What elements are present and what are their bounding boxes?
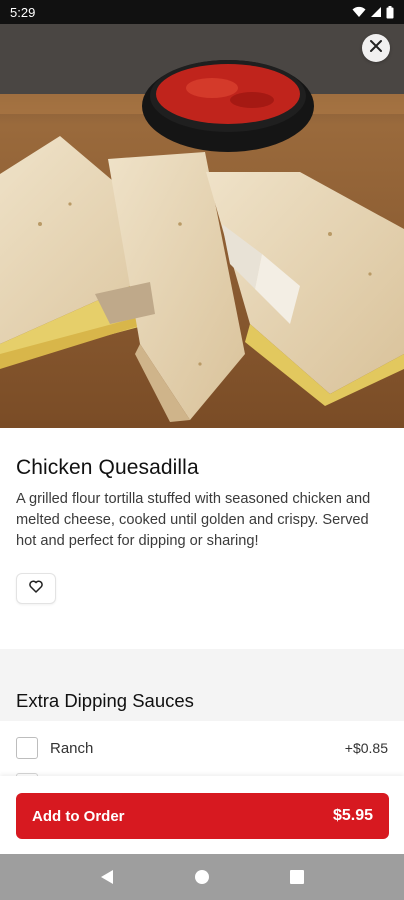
add-to-order-button[interactable]: Add to Order $5.95 xyxy=(16,793,389,839)
close-icon xyxy=(369,39,383,58)
close-button[interactable] xyxy=(362,34,390,62)
item-title: Chicken Quesadilla xyxy=(16,456,199,479)
order-bar: Add to Order $5.95 xyxy=(0,776,404,854)
heart-icon xyxy=(29,580,43,598)
status-bar: 5:29 xyxy=(0,0,404,24)
status-icons xyxy=(352,5,394,19)
item-photo xyxy=(0,24,404,428)
item-details: Chicken Quesadilla A grilled flour torti… xyxy=(0,428,404,604)
option-label: Ranch xyxy=(50,739,94,757)
status-time: 5:29 xyxy=(10,4,36,20)
favorite-button[interactable] xyxy=(16,573,56,604)
recents-icon[interactable] xyxy=(290,870,304,884)
section-title-sauces: Extra Dipping Sauces xyxy=(16,690,194,711)
sauce-option-ranch[interactable]: Ranch +$0.85 xyxy=(0,723,404,773)
add-to-order-label: Add to Order xyxy=(32,807,125,825)
ranch-checkbox[interactable] xyxy=(16,737,38,759)
battery-icon xyxy=(386,5,394,19)
home-icon[interactable] xyxy=(194,869,210,885)
system-nav-bar xyxy=(0,854,404,900)
cellular-signal-icon xyxy=(370,6,382,18)
back-icon[interactable] xyxy=(100,869,114,885)
option-price: +$0.85 xyxy=(344,740,388,756)
item-description: A grilled flour tortilla stuffed with se… xyxy=(16,491,371,549)
order-price: $5.95 xyxy=(332,807,373,824)
wifi-icon xyxy=(352,6,366,18)
